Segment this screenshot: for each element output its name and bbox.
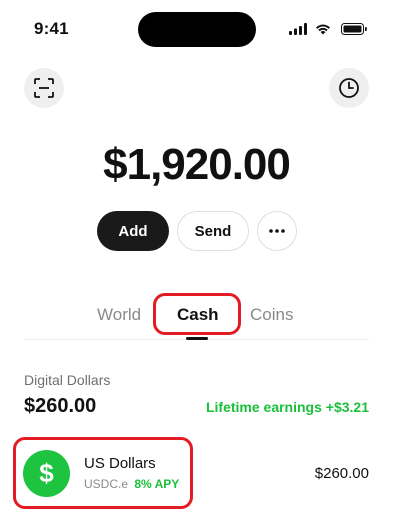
history-button[interactable] bbox=[329, 68, 369, 108]
scan-icon bbox=[34, 78, 54, 98]
asset-apy: 8% APY bbox=[134, 477, 180, 491]
section-amount: $260.00 bbox=[24, 395, 97, 417]
battery-icon bbox=[341, 23, 367, 35]
status-time: 9:41 bbox=[34, 19, 69, 38]
more-button[interactable] bbox=[257, 211, 297, 251]
dollar-icon[interactable]: $ bbox=[23, 450, 70, 497]
active-tab-indicator bbox=[186, 337, 208, 340]
clock-icon bbox=[339, 78, 359, 98]
dollar-symbol: $ bbox=[39, 458, 54, 488]
scan-button[interactable] bbox=[24, 68, 64, 108]
lifetime-earnings: Lifetime earnings +$3.21 bbox=[205, 399, 369, 415]
balance-amount: $1,920.00 bbox=[103, 140, 291, 189]
add-button[interactable]: Add bbox=[97, 211, 169, 251]
tab-coins[interactable]: Coins bbox=[250, 304, 293, 326]
tab-world[interactable]: World bbox=[97, 304, 141, 326]
asset-subtitle: USDC.e 8% APY bbox=[84, 477, 179, 491]
asset-amount[interactable]: $260.00 bbox=[315, 465, 369, 482]
asset-ticker: USDC.e bbox=[84, 477, 129, 491]
signal-icon bbox=[289, 23, 307, 35]
wifi-icon bbox=[316, 24, 330, 35]
cash-tab-highlight bbox=[153, 293, 241, 335]
asset-name[interactable]: US Dollars bbox=[84, 455, 156, 472]
status-icons bbox=[289, 22, 369, 36]
section-label: Digital Dollars bbox=[24, 372, 111, 388]
dynamic-island bbox=[138, 12, 256, 47]
send-button[interactable]: Send bbox=[177, 211, 249, 251]
more-dots-icon bbox=[269, 229, 285, 233]
